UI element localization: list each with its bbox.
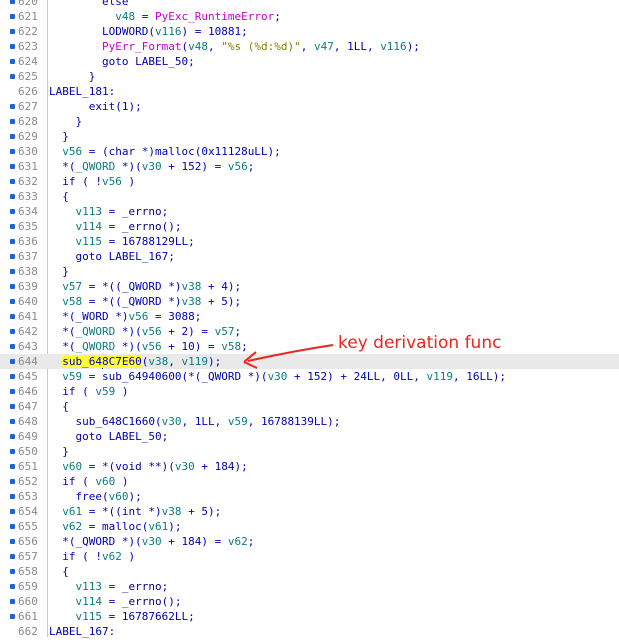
annotation-label: key derivation func: [338, 333, 502, 353]
annotation-arrow: [243, 344, 334, 369]
